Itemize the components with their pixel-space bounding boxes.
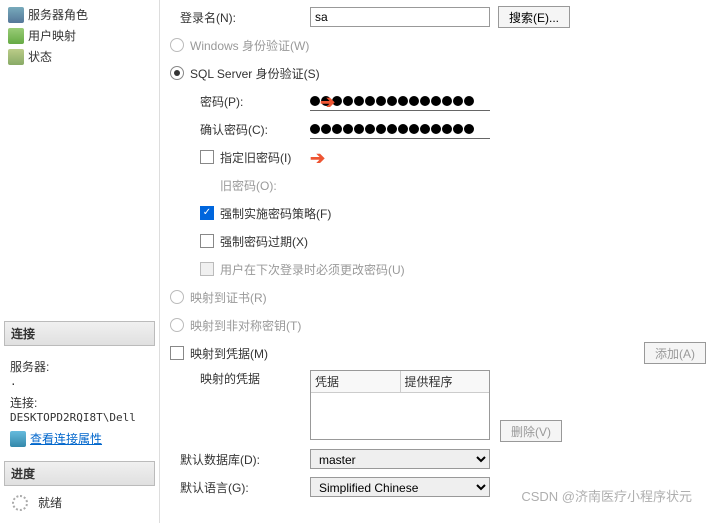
credentials-table[interactable]: 凭据 提供程序 [310,370,490,440]
view-connection-link[interactable]: 查看连接属性 [10,430,149,447]
windows-auth-label: Windows 身份验证(W) [190,37,330,54]
windows-auth-radio [170,38,184,52]
enforce-expire-label: 强制密码过期(X) [220,233,308,250]
sidebar: 服务器角色 用户映射 状态 连接 服务器: . 连接: DESKTOPD2RQI… [0,0,160,523]
map-cert-radio [170,290,184,304]
add-button[interactable]: 添加(A) [644,342,706,364]
user-mapping-icon [8,28,24,44]
annotation-arrow-icon: ➔ [310,148,325,169]
status-icon [8,49,24,65]
connection-properties-icon [10,431,26,447]
link-text: 查看连接属性 [30,430,102,447]
sidebar-item-status[interactable]: 状态 [4,46,155,67]
server-label: 服务器: [10,358,149,375]
conn-value: DESKTOPD2RQI8T\Dell [10,411,149,424]
enforce-policy-label: 强制实施密码策略(F) [220,205,331,222]
sql-auth-radio[interactable] [170,66,184,80]
confirm-password-label: 确认密码(C): [170,121,310,138]
progress-header: 进度 [4,461,155,486]
map-asym-label: 映射到非对称密钥(T) [190,317,301,334]
spinner-icon [12,495,28,511]
annotation-arrow-icon: ➔ [320,92,335,113]
confirm-password-input[interactable] [310,119,490,139]
sidebar-item-user-mapping[interactable]: 用户映射 [4,25,155,46]
default-db-select[interactable]: master [310,449,490,469]
connection-header: 连接 [4,321,155,346]
nav-label: 状态 [28,48,52,65]
main-panel: 登录名(N): 搜索(E)... Windows 身份验证(W) SQL Ser… [160,0,716,523]
specify-old-password-checkbox[interactable] [200,150,214,164]
map-cred-checkbox[interactable] [170,346,184,360]
table-col-provider: 提供程序 [401,371,490,392]
sidebar-item-server-roles[interactable]: 服务器角色 [4,4,155,25]
enforce-policy-checkbox[interactable] [200,206,214,220]
must-change-checkbox [200,262,214,276]
server-role-icon [8,7,24,23]
progress-status: 就绪 [38,494,62,511]
connection-panel: 服务器: . 连接: DESKTOPD2RQI8T\Dell 查看连接属性 [4,346,155,453]
default-db-label: 默认数据库(D): [170,451,310,468]
specify-old-password-label: 指定旧密码(I) [220,149,291,166]
nav-label: 用户映射 [28,27,76,44]
remove-button[interactable]: 删除(V) [500,420,562,442]
password-label: 密码(P): [170,93,310,110]
login-name-label: 登录名(N): [170,9,310,26]
old-password-label: 旧密码(O): [170,177,310,194]
login-name-input[interactable] [310,7,490,27]
server-value: . [10,375,149,388]
search-button[interactable]: 搜索(E)... [498,6,570,28]
enforce-expire-checkbox[interactable] [200,234,214,248]
map-cert-label: 映射到证书(R) [190,289,267,306]
sql-auth-label: SQL Server 身份验证(S) [190,65,320,82]
progress-panel: 就绪 [4,486,155,519]
conn-label: 连接: [10,394,149,411]
map-cred-label: 映射到凭据(M) [190,345,268,362]
map-asym-radio [170,318,184,332]
mapped-cred-label: 映射的凭据 [170,370,310,387]
password-input[interactable] [310,91,490,111]
table-col-credential: 凭据 [311,371,401,392]
watermark: CSDN @济南医疗小程序状元 [521,486,692,505]
must-change-label: 用户在下次登录时必须更改密码(U) [220,261,405,278]
nav-label: 服务器角色 [28,6,88,23]
